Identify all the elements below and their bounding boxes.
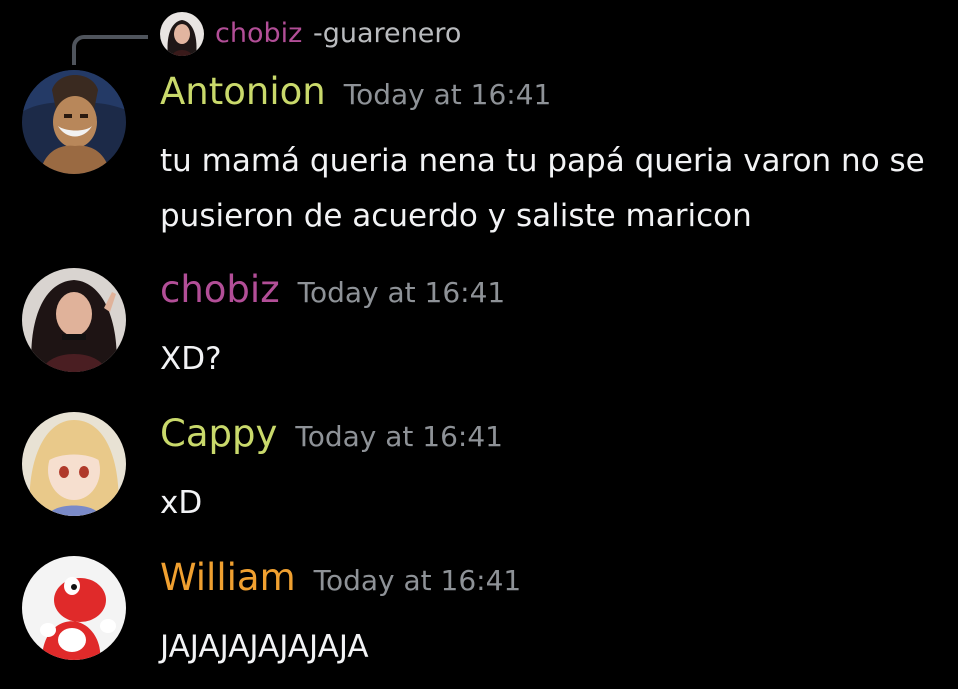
avatar[interactable] [22,412,126,516]
message-header: Cappy Today at 16:41 [160,412,503,459]
message-line: xD [160,485,203,521]
author-name[interactable]: chobiz [160,268,280,312]
timestamp[interactable]: Today at 16:41 [295,415,503,459]
reply-text[interactable]: -guarenero [313,18,461,50]
message-header: William Today at 16:41 [160,556,521,603]
message-content: tu mamá queria nena tu papá queria varon… [160,134,940,244]
timestamp[interactable]: Today at 16:41 [344,73,552,117]
message-line: pusieron de acuerdo y saliste maricon [160,198,752,234]
message-line: XD? [160,341,222,377]
reply-avatar[interactable] [160,12,204,56]
author-name[interactable]: William [160,556,296,600]
timestamp[interactable]: Today at 16:41 [298,271,506,315]
message[interactable]: Antonion Today at 16:41 tu mamá queria ne… [0,70,958,245]
message[interactable]: Cappy Today at 16:41 xD [0,412,958,532]
reply-preview[interactable]: chobiz -guarenero [0,8,958,65]
message-content: xD [160,476,940,531]
author-name[interactable]: Cappy [160,412,277,456]
message-header: chobiz Today at 16:41 [160,268,505,315]
reply-author[interactable]: chobiz [215,18,302,50]
message-content: XD? [160,332,940,387]
message-content: JAJAJAJAJAJAJA [160,620,940,675]
message[interactable]: chobiz Today at 16:41 XD? [0,268,958,388]
message-line: JAJAJAJAJAJAJA [160,629,369,665]
chat-messages: chobiz -guarenero Antonion Today at 16:41… [0,0,958,689]
avatar[interactable] [22,556,126,660]
message-header: Antonion Today at 16:41 [160,70,551,117]
message-line: tu mamá queria nena tu papá queria varon… [160,143,925,179]
timestamp[interactable]: Today at 16:41 [314,559,522,603]
message[interactable]: William Today at 16:41 JAJAJAJAJAJAJA [0,556,958,676]
avatar[interactable] [22,268,126,372]
author-name[interactable]: Antonion [160,70,326,114]
reply-spine [72,35,148,65]
avatar[interactable] [22,70,126,174]
